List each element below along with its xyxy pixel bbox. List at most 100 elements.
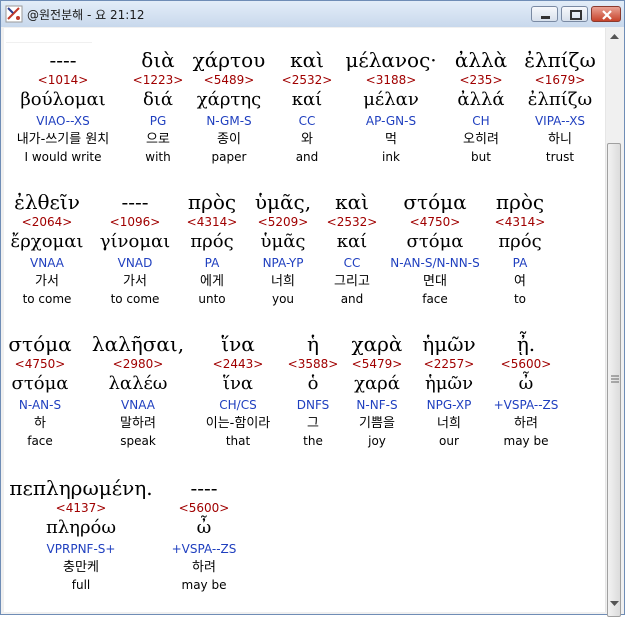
- english-gloss: unto: [198, 292, 226, 306]
- greek-word: χάρτου: [192, 48, 266, 72]
- parsing-code: CH/CS: [219, 398, 257, 412]
- word-cell[interactable]: καὶ <2532> καί CC 그리고 and: [320, 190, 384, 308]
- korean-gloss: 면대: [423, 274, 447, 289]
- english-gloss: full: [71, 578, 91, 592]
- parsing-code: N-GM-S: [206, 114, 252, 128]
- lemma: καί: [336, 231, 368, 252]
- lemma: ὁ: [307, 373, 319, 394]
- parsing-code: PA: [512, 256, 528, 270]
- strong-number: <4750>: [409, 215, 461, 229]
- korean-gloss: 오히려: [463, 132, 499, 147]
- strong-number: <2532>: [326, 215, 378, 229]
- word-cell[interactable]: ---- <1096> γίνομαι VNAD 가서 to come: [92, 190, 178, 308]
- parsing-code: AP-GN-S: [365, 114, 417, 128]
- word-cell[interactable]: πεπληρωμένη. <4137> πληρόω VPRPNF-S+ 충만케…: [4, 476, 158, 594]
- strong-number: <4750>: [14, 357, 66, 371]
- parsing-code: VNAA: [30, 256, 64, 270]
- word-cell[interactable]: ἡ <3588> ὁ DNFS 그 the: [286, 332, 340, 450]
- korean-gloss: 내가-쓰기를 원치: [16, 132, 110, 147]
- english-gloss: and: [340, 292, 364, 306]
- word-cell[interactable]: ἐλπίζω <1679> ἐλπίζω VIPA--XS 하니 trust: [518, 48, 602, 166]
- parsing-code: PA: [204, 256, 220, 270]
- lemma: καί: [291, 89, 323, 110]
- word-cell[interactable]: χαρὰ <5479> χαρά N-NF-S 기쁨을 joy: [344, 332, 410, 450]
- word-cell[interactable]: χάρτου <5489> χάρτης N-GM-S 종이 paper: [184, 48, 274, 166]
- strong-number: <1014>: [37, 73, 89, 87]
- strong-number: <3188>: [365, 73, 417, 87]
- strong-number: <5479>: [351, 357, 403, 371]
- lemma: πρός: [498, 231, 542, 252]
- greek-word: λαλῆσαι,: [91, 332, 185, 356]
- lemma: ὑμᾶς: [260, 231, 306, 252]
- strong-number: <2980>: [112, 357, 164, 371]
- word-cell[interactable]: πρὸς <4314> πρός PA 여 to: [488, 190, 552, 308]
- word-cell[interactable]: ὑμᾶς, <5209> ὑμᾶς NPA-YP 너희 you: [248, 190, 318, 308]
- word-cell[interactable]: ἵνα <2443> ἵνα CH/CS 이는-함이라 that: [194, 332, 282, 450]
- english-gloss: our: [439, 434, 459, 448]
- korean-gloss: 여: [514, 274, 526, 289]
- word-cell[interactable]: καὶ <2532> καί CC 와 and: [276, 48, 338, 166]
- title-bar[interactable]: @원전분해 - 요 21:12: [1, 1, 624, 27]
- lemma: ὦ: [518, 373, 534, 394]
- english-gloss: I would write: [24, 150, 102, 164]
- lemma: λαλέω: [108, 373, 168, 394]
- greek-word: ἐλθεῖν: [14, 190, 80, 214]
- word-cell[interactable]: ---- <5600> ὦ +VSPA--ZS 하려 may be: [162, 476, 246, 594]
- parsing-code: PG: [149, 114, 167, 128]
- strong-number: <5489>: [203, 73, 255, 87]
- greek-word: στόμα: [8, 332, 72, 356]
- minimize-icon: [541, 16, 550, 19]
- lemma: ἵνα: [222, 373, 254, 394]
- parsing-code: CC: [298, 114, 316, 128]
- close-button[interactable]: [591, 6, 621, 22]
- greek-word: χαρὰ: [351, 332, 403, 356]
- strong-number: <3588>: [287, 357, 339, 371]
- word-cell[interactable]: μέλανος· <3188> μέλαν AP-GN-S 먹 ink: [340, 48, 442, 166]
- app-window: @원전분해 - 요 21:12 ---- <1014> βούλομαι VIA…: [0, 0, 625, 617]
- word-cell[interactable]: στόμα <4750> στόμα N-AN-S 하 face: [4, 332, 76, 450]
- word-cell[interactable]: ---- <1014> βούλομαι VIAO--XS 내가-쓰기를 원치 …: [4, 48, 122, 166]
- word-cell[interactable]: ἀλλὰ <235> ἀλλά CH 오히려 but: [444, 48, 518, 166]
- korean-gloss: 종이: [217, 132, 241, 147]
- greek-word: ἐλπίζω: [524, 48, 596, 72]
- greek-word: μέλανος·: [345, 48, 437, 72]
- word-cell[interactable]: στόμα <4750> στόμα N-AN-S/N-NN-S 면대 face: [384, 190, 486, 308]
- greek-word: ἡ: [307, 332, 319, 356]
- korean-gloss: 말하려: [120, 416, 156, 431]
- parsing-code: NPA-YP: [262, 256, 304, 270]
- scroll-down-button[interactable]: [606, 595, 623, 612]
- korean-gloss: 너희: [437, 416, 461, 431]
- close-icon: [602, 10, 612, 20]
- scroll-thumb[interactable]: [607, 143, 621, 617]
- maximize-button[interactable]: [561, 6, 588, 22]
- english-gloss: face: [422, 292, 448, 306]
- scroll-up-button[interactable]: [606, 28, 623, 45]
- lemma: πληρόω: [45, 517, 117, 538]
- lemma: ἔρχομαι: [10, 231, 84, 252]
- korean-gloss: 그리고: [334, 274, 370, 289]
- parsing-code: DNFS: [296, 398, 330, 412]
- parsing-code: VIPA--XS: [534, 114, 586, 128]
- strong-number: <1679>: [534, 73, 586, 87]
- strong-number: <4314>: [186, 215, 238, 229]
- korean-gloss: 충만케: [63, 560, 99, 575]
- word-cell[interactable]: ἡμῶν <2257> ἡμῶν NPG-XP 너희 our: [414, 332, 484, 450]
- greek-word: διὰ: [141, 48, 175, 72]
- parsing-code: N-AN-S/N-NN-S: [390, 256, 480, 270]
- lemma: ὦ: [196, 517, 212, 538]
- vertical-scrollbar[interactable]: [605, 28, 623, 617]
- lemma: γίνομαι: [99, 231, 171, 252]
- word-cell[interactable]: διὰ <1223> διά PG 으로 with: [123, 48, 193, 166]
- word-cell[interactable]: ἐλθεῖν <2064> ἔρχομαι VNAA 가서 to come: [4, 190, 90, 308]
- strong-number: <2257>: [423, 357, 475, 371]
- app-icon[interactable]: [5, 5, 23, 23]
- minimize-button[interactable]: [531, 6, 558, 22]
- english-gloss: to come: [22, 292, 72, 306]
- word-cell[interactable]: λαλῆσαι, <2980> λαλέω VNAA 말하려 speak: [86, 332, 190, 450]
- strong-number: <235>: [459, 73, 503, 87]
- word-cell[interactable]: ᾖ. <5600> ὦ +VSPA--ZS 하려 may be: [486, 332, 566, 450]
- word-cell[interactable]: πρὸς <4314> πρός PA 에게 unto: [180, 190, 244, 308]
- lemma: μέλαν: [363, 89, 419, 110]
- parsing-code: VNAA: [121, 398, 155, 412]
- english-gloss: ink: [382, 150, 400, 164]
